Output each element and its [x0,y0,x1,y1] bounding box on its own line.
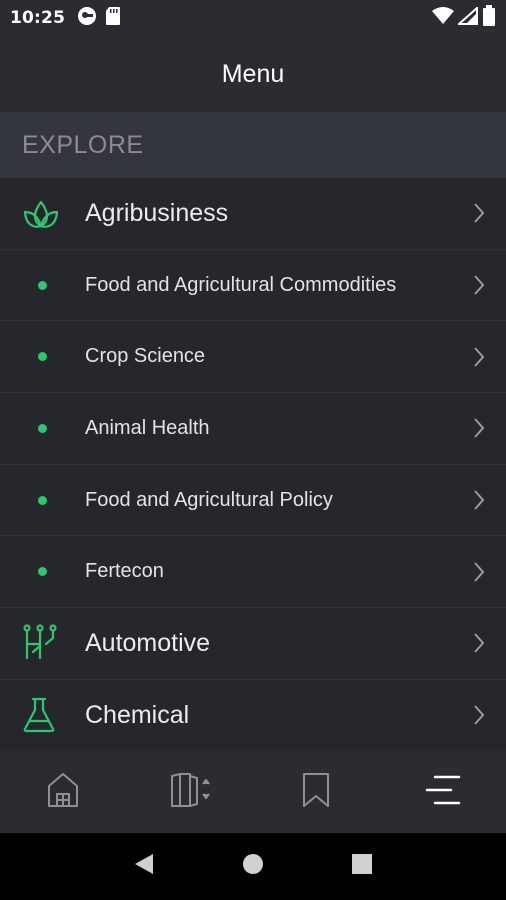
status-bar: 10:25 [0,0,506,36]
nav-menu[interactable] [380,751,506,833]
bullet-dot-icon [0,250,85,321]
section-header-explore: EXPLORE [0,112,506,178]
home-icon [47,772,79,813]
system-nav-bar [0,833,506,900]
recents-icon[interactable] [351,853,373,880]
app-bar: Menu [0,36,506,112]
chevron-right-icon [472,704,486,726]
menu-item-crop-science[interactable]: Crop Science [0,321,506,394]
chevron-right-icon [472,274,486,296]
bullet-dot-icon [0,465,85,536]
menu-item-food-agri-policy[interactable]: Food and Agricultural Policy [0,465,506,537]
signal-icon [456,5,478,30]
chevron-right-icon [472,202,486,224]
menu-list: Agribusiness Food and Agricultural Commo… [0,178,506,752]
menu-item-label: Crop Science [85,345,206,368]
menu-item-label: Food and Agricultural Policy [85,488,333,511]
bottom-nav [0,751,506,833]
vpn-key-icon [77,6,97,31]
bullet-dot-icon [0,536,85,607]
wifi-icon [432,6,454,30]
bullet-dot-icon [0,393,85,464]
menu-item-chemical[interactable]: Chemical [0,680,506,752]
home-circle-icon[interactable] [241,852,265,881]
bookmark-icon [302,772,330,813]
menu-item-label: Food and Agricultural Commodities [85,273,397,296]
chevron-right-icon [472,489,486,511]
flask-icon [0,680,85,751]
nav-bookmarks[interactable] [253,751,380,833]
menu-item-agribusiness[interactable]: Agribusiness [0,178,506,250]
bullet-dot-icon [0,321,85,392]
status-time: 10:25 [10,8,66,28]
menu-item-automotive[interactable]: Automotive [0,608,506,680]
menu-item-animal-health[interactable]: Animal Health [0,393,506,465]
menu-item-label: Agribusiness [85,198,229,227]
nav-library[interactable] [127,751,254,833]
book-sort-icon [170,772,210,813]
circuit-icon [0,608,85,679]
menu-item-fertecon[interactable]: Fertecon [0,536,506,609]
menu-item-food-agri-commodities[interactable]: Food and Agricultural Commodities [0,250,506,322]
menu-item-label: Chemical [85,700,190,729]
menu-item-label: Animal Health [85,416,210,439]
menu-icon [425,774,461,811]
sd-card-icon [105,6,121,31]
menu-item-label: Automotive [85,628,211,657]
battery-icon [482,4,496,32]
leaf-sprout-icon [0,178,85,249]
chevron-right-icon [472,346,486,368]
section-label: EXPLORE [22,130,144,159]
nav-home[interactable] [0,751,127,833]
chevron-right-icon [472,561,486,583]
chevron-right-icon [472,632,486,654]
chevron-right-icon [472,417,486,439]
menu-item-label: Fertecon [85,560,164,583]
back-icon[interactable] [133,852,155,881]
page-title: Menu [221,59,285,88]
